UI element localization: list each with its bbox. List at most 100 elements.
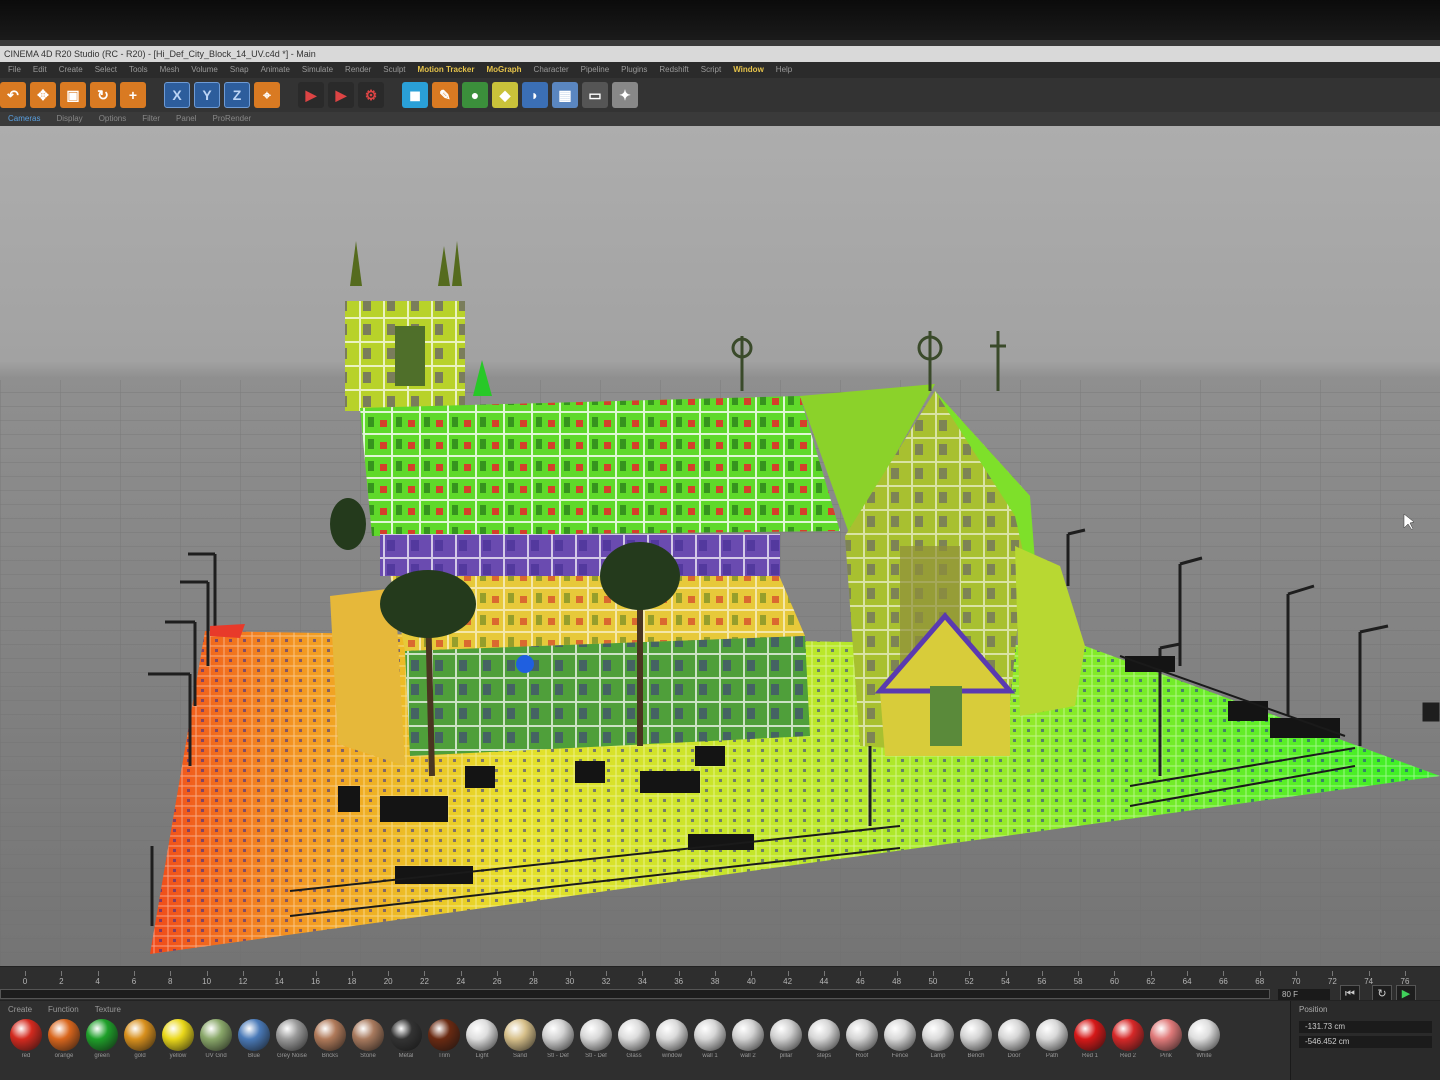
material-swatch[interactable]: Stone [352,1019,384,1079]
material-swatch[interactable]: Trim [428,1019,460,1079]
axis-y-button[interactable]: Y [194,82,220,108]
material-swatch[interactable]: Stl - Def [580,1019,612,1079]
timeline-tick-label: 16 [311,977,320,986]
move-tool-icon[interactable]: ✥ [30,82,56,108]
timeline-tick-label: 66 [1218,977,1228,986]
material-swatch[interactable]: Bench [960,1019,992,1079]
menu-item-plugins[interactable]: Plugins [615,62,653,78]
material-swatch[interactable]: green [86,1019,118,1079]
material-swatch[interactable]: White [1188,1019,1220,1079]
material-label: red [21,1053,31,1059]
view-menu-options[interactable]: Options [91,112,135,126]
material-swatch[interactable]: yellow [162,1019,194,1079]
menu-item-mesh[interactable]: Mesh [154,62,186,78]
material-swatch[interactable]: gold [124,1019,156,1079]
menu-item-animate[interactable]: Animate [255,62,296,78]
material-swatch[interactable]: Glass [618,1019,650,1079]
undo-icon[interactable]: ↶ [0,82,26,108]
menu-item-motion-tracker[interactable]: Motion Tracker [412,62,481,78]
material-swatch[interactable]: Pink [1150,1019,1182,1079]
material-swatch[interactable]: Bricks [314,1019,346,1079]
timeline-tick-label: 6 [131,977,137,986]
material-swatch[interactable]: Grey Noise [276,1019,308,1079]
menu-item-select[interactable]: Select [89,62,123,78]
material-preview-icon [922,1019,954,1051]
material-preview-icon [466,1019,498,1051]
material-swatch[interactable]: Light [466,1019,498,1079]
menu-item-snap[interactable]: Snap [224,62,255,78]
material-menu-create[interactable]: Create [0,1003,40,1017]
spline-pen-icon[interactable]: ✎ [432,82,458,108]
render-settings-icon[interactable]: ⚙ [358,82,384,108]
material-swatch[interactable]: wall 1 [694,1019,726,1079]
material-swatch[interactable]: Stl - Def [542,1019,574,1079]
material-swatch[interactable]: Red 2 [1112,1019,1144,1079]
view-menu-filter[interactable]: Filter [134,112,168,126]
material-swatch[interactable]: Roof [846,1019,878,1079]
material-swatch[interactable]: Fence [884,1019,916,1079]
material-menu-texture[interactable]: Texture [87,1003,129,1017]
view-menu-cameras[interactable]: Cameras [0,112,48,126]
floor-icon[interactable]: ▦ [552,82,578,108]
view-menu-panel[interactable]: Panel [168,112,204,126]
material-swatch[interactable]: Lamp [922,1019,954,1079]
menu-item-script[interactable]: Script [695,62,727,78]
cube-icon[interactable]: ◼ [402,82,428,108]
rotate-tool-icon[interactable]: ↻ [90,82,116,108]
axis-z-button[interactable]: Z [224,82,250,108]
material-swatch[interactable]: Blue [238,1019,270,1079]
position-y-field[interactable]: -546.452 cm [1299,1036,1432,1048]
timeline-scrubber[interactable] [0,989,1270,999]
timeline-ruler[interactable]: 0 2 4 6 8 10 12 14 16 18 20 22 24 26 28 30 32 34 36 38 40 42 4… [0,971,1440,987]
menu-item-help[interactable]: Help [770,62,798,78]
material-swatch[interactable]: Red 1 [1074,1019,1106,1079]
timeline-tick-label: 62 [1146,977,1156,986]
light-icon[interactable]: ✦ [612,82,638,108]
material-swatch[interactable]: UV Grid [200,1019,232,1079]
material-swatch[interactable]: red [10,1019,42,1079]
timeline-tick [1150,971,1152,976]
add-object-icon[interactable]: + [120,82,146,108]
menu-item-simulate[interactable]: Simulate [296,62,339,78]
material-swatch[interactable]: Door [998,1019,1030,1079]
field-icon[interactable]: ◗ [522,82,548,108]
menu-item-window[interactable]: Window [727,62,770,78]
material-swatch[interactable]: steps [808,1019,840,1079]
cinema4d-window: CINEMA 4D R20 Studio (RC - R20) - [Hi_De… [0,40,1440,1080]
menu-item-mograph[interactable]: MoGraph [480,62,527,78]
camera-icon[interactable]: ▭ [582,82,608,108]
menu-item-file[interactable]: File [2,62,27,78]
position-x-field[interactable]: -131.73 cm [1299,1021,1432,1033]
menu-item-redshift[interactable]: Redshift [653,62,694,78]
menu-item-volume[interactable]: Volume [185,62,224,78]
deformer-icon[interactable]: ◆ [492,82,518,108]
material-swatch[interactable]: window [656,1019,688,1079]
scale-tool-icon[interactable]: ▣ [60,82,86,108]
subdivision-icon[interactable]: ● [462,82,488,108]
timeline-tick [1296,971,1298,976]
coordinate-system-icon[interactable]: ⌖ [254,82,280,108]
material-swatch[interactable]: orange [48,1019,80,1079]
menu-item-sculpt[interactable]: Sculpt [377,62,411,78]
material-swatch[interactable]: Path [1036,1019,1068,1079]
material-swatch[interactable]: wall 2 [732,1019,764,1079]
menu-item-tools[interactable]: Tools [123,62,154,78]
axis-x-button[interactable]: X [164,82,190,108]
render-picture-viewer-icon[interactable]: ▶ [328,82,354,108]
view-menu-display[interactable]: Display [48,112,90,126]
material-swatch[interactable]: Metal [390,1019,422,1079]
menu-item-render[interactable]: Render [339,62,377,78]
menu-item-pipeline[interactable]: Pipeline [575,62,615,78]
timeline-tick [1114,971,1116,976]
menu-item-character[interactable]: Character [528,62,575,78]
material-preview-icon [1074,1019,1106,1051]
render-view-icon[interactable]: ▶ [298,82,324,108]
3d-viewport[interactable] [0,126,1440,966]
menu-item-edit[interactable]: Edit [27,62,53,78]
menu-item-create[interactable]: Create [53,62,89,78]
material-menu-function[interactable]: Function [40,1003,87,1017]
material-swatch[interactable]: pillar [770,1019,802,1079]
view-menu-prorender[interactable]: ProRender [205,112,260,126]
axis-handle[interactable] [516,655,534,673]
material-swatch[interactable]: Sand [504,1019,536,1079]
